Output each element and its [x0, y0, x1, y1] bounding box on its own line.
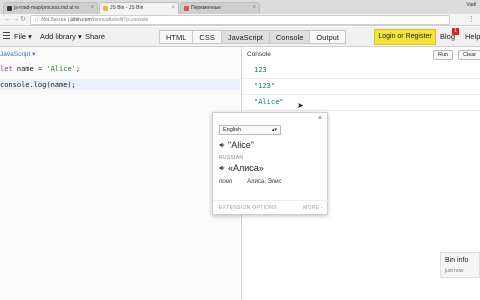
- file-menu[interactable]: File ▾: [14, 31, 32, 43]
- url-path: /tenocaAs/edit?js,console: [91, 17, 149, 23]
- translate-popup: × English ▴▾ "Alice" RUSSIAN «Алиса» nou…: [212, 112, 329, 215]
- browser-user-name[interactable]: Vadi: [466, 2, 476, 8]
- jsbin-toolbar: File ▾ Add library ▾ Share HTML CSS Java…: [0, 27, 480, 47]
- divider: [242, 78, 480, 79]
- translation-variants: Алиса, Элис: [247, 179, 282, 185]
- translation-word: «Алиса»: [219, 163, 264, 174]
- console-title: Console: [247, 51, 271, 58]
- back-arrow-icon[interactable]: ←: [4, 15, 11, 25]
- url-input[interactable]: ⓘ Not Secure | jsbin.com/tenocaAs/edit?j…: [30, 15, 450, 25]
- tab-html[interactable]: HTML: [159, 30, 194, 44]
- close-tab-icon[interactable]: ×: [171, 3, 175, 14]
- browser-tab-variables[interactable]: Переменные ×: [180, 2, 260, 14]
- close-icon[interactable]: ×: [318, 115, 322, 122]
- browser-tab-strip: js-road-map/process.md at m × JS Bin - J…: [0, 0, 480, 14]
- language-selector[interactable]: JavaScript ▾: [0, 51, 35, 59]
- help-link[interactable]: Help: [465, 31, 480, 43]
- console-output-line: "Alice": [254, 98, 284, 106]
- part-of-speech: noun: [219, 179, 233, 185]
- security-label: Not Secure: [41, 17, 67, 23]
- jsbin-icon: [103, 6, 108, 11]
- console-output-line: "123": [254, 82, 276, 90]
- tab-css[interactable]: CSS: [192, 30, 222, 44]
- target-language-label: RUSSIAN: [219, 155, 244, 161]
- tab-label: js-road-map/process.md at m: [14, 5, 80, 11]
- share-button[interactable]: Share: [85, 31, 105, 43]
- menu-icon[interactable]: [3, 32, 10, 41]
- page-favicon-icon: [184, 6, 189, 11]
- tab-label: Переменные: [191, 5, 222, 11]
- more-link[interactable]: MORE ›: [303, 205, 323, 211]
- tab-output[interactable]: Output: [309, 30, 346, 44]
- code-line-1[interactable]: let name = 'Alice';: [0, 65, 80, 74]
- browser-tab-roadmap[interactable]: js-road-map/process.md at m ×: [3, 2, 98, 14]
- reload-icon[interactable]: ↻: [20, 15, 26, 25]
- source-word: "Alice": [219, 140, 254, 151]
- mouse-pointer-icon: ➤: [297, 101, 304, 110]
- github-icon: [7, 6, 12, 11]
- add-library-button[interactable]: Add library ▾: [40, 31, 82, 43]
- panel-toggles: HTML CSS JavaScript Console Output: [159, 30, 346, 44]
- divider: [242, 110, 480, 111]
- login-register-button[interactable]: Login or Register: [374, 29, 436, 45]
- bin-info-timestamp: just now: [445, 268, 464, 274]
- close-tab-icon[interactable]: ×: [90, 3, 94, 14]
- console-output-line: 123: [254, 66, 267, 74]
- browser-menu-icon[interactable]: ⋮: [468, 15, 475, 25]
- url-host: jsbin.com: [70, 17, 92, 23]
- forward-arrow-icon[interactable]: →: [12, 15, 19, 25]
- address-bar: ← → ↻ ⓘ Not Secure | jsbin.com/tenocaAs/…: [0, 14, 480, 26]
- clear-button[interactable]: Clear: [458, 50, 480, 60]
- extension-options-link[interactable]: EXTENSION OPTIONS: [219, 205, 277, 211]
- popup-footer: EXTENSION OPTIONS MORE ›: [213, 200, 329, 214]
- javascript-panel[interactable]: JavaScript ▾ let name = 'Alice'; console…: [0, 47, 240, 300]
- speaker-icon[interactable]: [219, 163, 225, 171]
- code-line-2[interactable]: console.log(name);: [0, 81, 76, 90]
- run-button[interactable]: Run: [433, 50, 454, 60]
- browser-tab-jsbin[interactable]: JS Bin - JS Bin ×: [99, 2, 179, 14]
- close-tab-icon[interactable]: ×: [252, 3, 256, 14]
- tab-javascript[interactable]: JavaScript: [220, 30, 270, 44]
- tab-console[interactable]: Console: [268, 30, 311, 44]
- bin-info-title: Bin info: [445, 257, 469, 264]
- speaker-icon[interactable]: [219, 140, 225, 148]
- bin-info-panel[interactable]: Bin info just now: [440, 252, 480, 278]
- tab-label: JS Bin - JS Bin: [110, 5, 144, 11]
- chevron-down-icon: ▴▾: [271, 127, 277, 133]
- notification-badge: 1: [452, 28, 459, 35]
- divider: [242, 94, 480, 95]
- source-language-select[interactable]: English ▴▾: [219, 125, 281, 135]
